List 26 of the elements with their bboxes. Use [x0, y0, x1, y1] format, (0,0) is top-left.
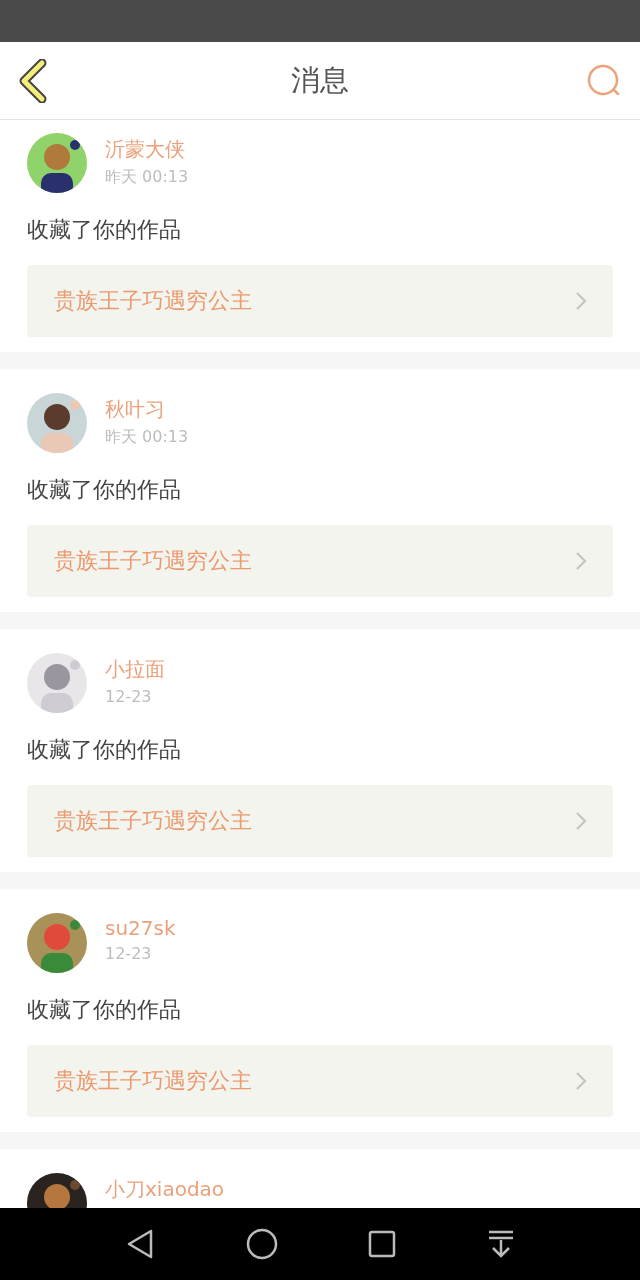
message-text: 收藏了你的作品 — [27, 736, 181, 764]
user-name[interactable]: su27sk — [105, 916, 176, 940]
chevron-right-icon — [575, 1071, 587, 1091]
user-name[interactable]: 小拉面 — [105, 656, 165, 683]
message-time: 12-23 — [105, 944, 153, 963]
home-icon[interactable] — [245, 1228, 278, 1260]
work-link[interactable]: 贵族王子巧遇穷公主 — [27, 265, 613, 337]
work-link[interactable]: 贵族王子巧遇穷公主 — [27, 785, 613, 857]
message-time: 12-23 — [105, 687, 153, 706]
chevron-right-icon — [575, 551, 587, 571]
message-time: 昨天 00:13 — [105, 167, 189, 188]
message-text: 收藏了你的作品 — [27, 996, 181, 1024]
recent-apps-icon[interactable] — [368, 1230, 397, 1258]
message-text: 收藏了你的作品 — [27, 216, 181, 244]
user-name[interactable]: 沂蒙大侠 — [105, 136, 189, 163]
user-name[interactable]: 秋叶习 — [105, 396, 189, 423]
message-text: 收藏了你的作品 — [27, 476, 181, 504]
message-time: 昨天 00:13 — [105, 427, 189, 448]
pull-down-icon[interactable] — [486, 1229, 515, 1259]
chevron-right-icon — [575, 291, 587, 311]
work-link[interactable]: 贵族王子巧遇穷公主 — [27, 525, 613, 597]
page-title: 消息 — [291, 61, 349, 99]
back-icon[interactable] — [18, 58, 48, 103]
chevron-right-icon — [575, 811, 587, 831]
user-name[interactable]: 小刀xiaodao — [105, 1176, 225, 1203]
work-link[interactable]: 贵族王子巧遇穷公主 — [27, 1045, 613, 1117]
